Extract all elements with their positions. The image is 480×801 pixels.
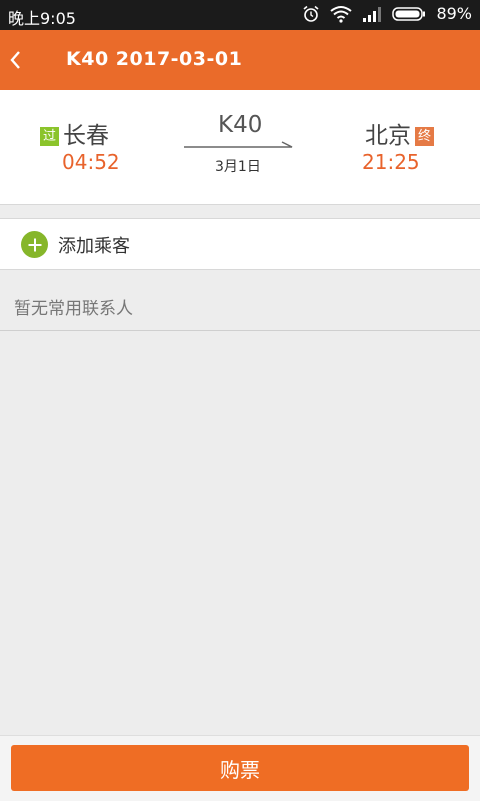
train-number: K40: [218, 112, 263, 138]
arrival-time: 21:25: [362, 150, 420, 174]
battery-percent: 89%: [436, 4, 472, 23]
empty-contacts-text: 暂无常用联系人: [14, 299, 133, 319]
status-bar: 晚上9:05 89%: [0, 0, 480, 30]
chevron-left-icon[interactable]: [6, 46, 26, 74]
page-title: K40 2017-03-01: [66, 48, 243, 70]
train-date: 3月1日: [215, 159, 261, 175]
add-passenger-label: 添加乘客: [58, 236, 130, 257]
add-passenger-button[interactable]: 添加乘客: [0, 218, 480, 270]
arrival-station: 北京终: [365, 116, 434, 150]
end-tag: 终: [415, 127, 434, 146]
status-time: 晚上9:05: [8, 9, 76, 28]
departure-station: 过长春: [40, 116, 109, 150]
bottom-bar: 购票: [0, 735, 480, 801]
buy-ticket-button[interactable]: 购票: [11, 745, 469, 791]
status-icons: 89%: [302, 4, 472, 23]
contacts-empty-state: 暂无常用联系人: [0, 269, 480, 331]
departure-station-name: 长春: [63, 123, 109, 149]
wifi-icon: [330, 5, 353, 23]
pass-tag: 过: [40, 127, 59, 146]
direction-arrow-icon: [184, 141, 293, 148]
alarm-icon: [303, 5, 319, 22]
add-circle-icon: [21, 231, 48, 258]
signal-icon: [363, 6, 382, 22]
arrival-station-name: 北京: [365, 123, 411, 149]
battery-icon: [392, 6, 426, 21]
train-info-card: 过长春 04:52 K40 3月1日 北京终 21:25: [0, 90, 480, 205]
app-header: K40 2017-03-01: [0, 30, 480, 90]
departure-time: 04:52: [62, 150, 120, 174]
